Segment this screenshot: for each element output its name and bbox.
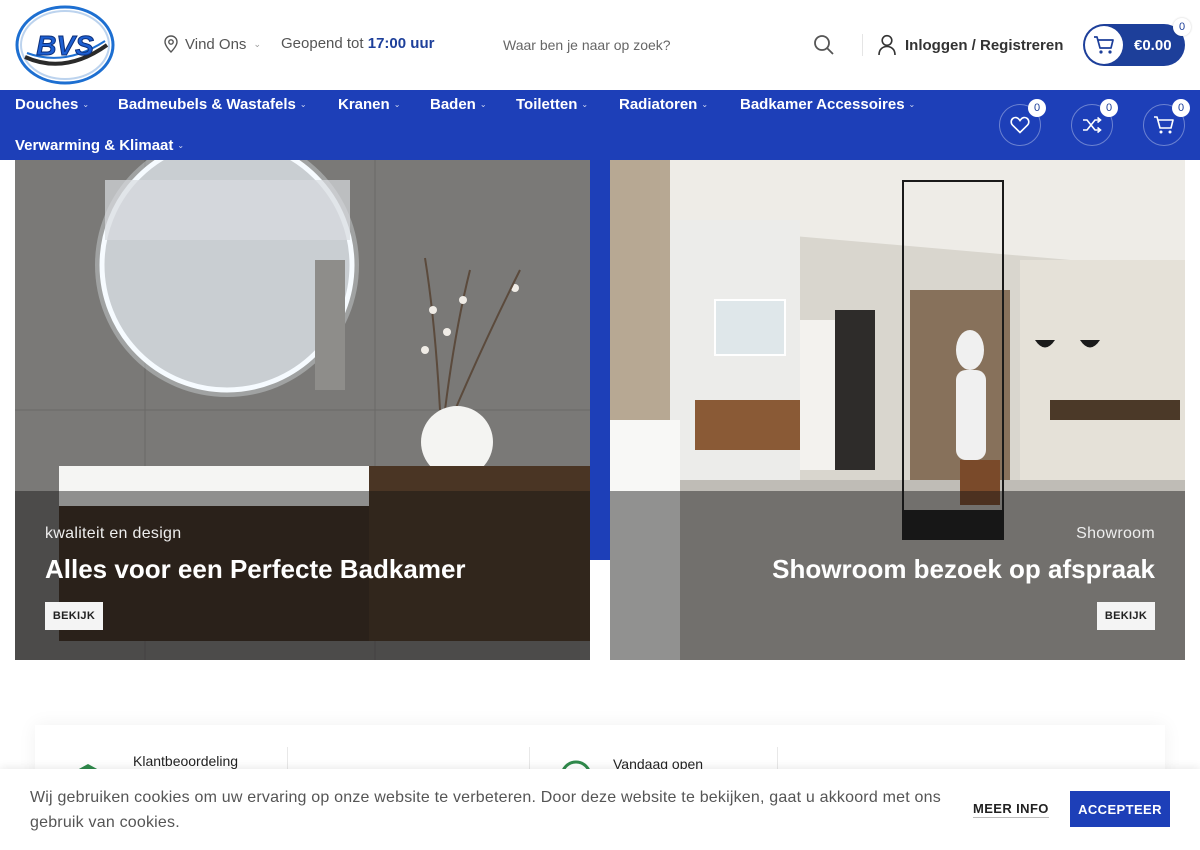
nav-item-label: Radiatoren (619, 96, 698, 113)
compare-button[interactable]: 0 (1071, 99, 1118, 146)
nav-item-badmeubels[interactable]: Badmeubels & Wastafels ⌄ (118, 96, 307, 113)
chevron-down-icon: ⌄ (253, 38, 261, 49)
nav-item-label: Douches (15, 96, 79, 113)
chevron-down-icon: ⌄ (393, 100, 401, 109)
user-icon (878, 34, 896, 56)
nav-item-accessoires[interactable]: Badkamer Accessoires ⌄ (740, 96, 915, 113)
location-pin-icon (164, 35, 178, 53)
chevron-down-icon: ⌄ (701, 100, 709, 109)
cart-count-badge: 0 (1173, 18, 1191, 36)
nav-item-verwarming[interactable]: Verwarming & Klimaat ⌄ (15, 137, 184, 154)
cookie-banner: Wij gebruiken cookies om uw ervaring op … (0, 769, 1200, 850)
banner-subtitle: kwaliteit en design (45, 525, 182, 542)
nav-item-baden[interactable]: Baden ⌄ (430, 96, 487, 113)
search-bar (503, 28, 843, 62)
site-header: BVS Vind Ons ⌄ Geopend tot 17:00 uur Inl… (0, 0, 1200, 90)
compare-count-badge: 0 (1100, 99, 1118, 117)
nav-item-label: Kranen (338, 96, 390, 113)
banner-title: Alles voor een Perfecte Badkamer (45, 554, 466, 584)
svg-text:BVS: BVS (36, 30, 94, 61)
nav-item-douches[interactable]: Douches ⌄ (15, 96, 89, 113)
find-us-link[interactable]: Vind Ons ⌄ (163, 35, 261, 53)
rating-label: Klantbeoordeling (133, 753, 239, 769)
cart-icon (1094, 36, 1114, 54)
search-input[interactable] (503, 37, 793, 53)
nav-cart-count-badge: 0 (1172, 99, 1190, 117)
nav-item-label: Toiletten (516, 96, 578, 113)
opening-hours-prefix: Geopend tot (281, 35, 364, 52)
heart-icon (1010, 116, 1030, 134)
nav-item-radiatoren[interactable]: Radiatoren ⌄ (619, 96, 708, 113)
opening-hours-time: 17:00 uur (367, 35, 435, 52)
cart-button[interactable]: €0.00 0 (1083, 18, 1191, 66)
nav-item-label: Baden (430, 96, 476, 113)
banner-perfect-bathroom[interactable]: kwaliteit en design Alles voor een Perfe… (15, 160, 590, 660)
logo-icon: BVS (15, 5, 115, 85)
wishlist-count-badge: 0 (1028, 99, 1046, 117)
chevron-down-icon: ⌄ (82, 100, 90, 109)
nav-item-kranen[interactable]: Kranen ⌄ (338, 96, 400, 113)
site-logo[interactable]: BVS (15, 5, 115, 85)
cart-icon (1154, 116, 1174, 134)
banner-view-button[interactable]: BEKIJK (1097, 602, 1155, 630)
nav-item-label: Verwarming & Klimaat (15, 137, 174, 154)
nav-item-label: Badmeubels & Wastafels (118, 96, 296, 113)
cookie-accept-button[interactable]: ACCEPTEER (1070, 791, 1170, 827)
chevron-down-icon: ⌄ (479, 100, 487, 109)
banner-subtitle: Showroom (1076, 525, 1155, 542)
banner-title: Showroom bezoek op afspraak (772, 554, 1155, 584)
chevron-down-icon: ⌄ (908, 100, 916, 109)
login-register-link[interactable]: Inloggen / Registreren (877, 34, 1063, 56)
chevron-down-icon: ⌄ (177, 141, 185, 150)
chevron-down-icon: ⌄ (581, 100, 589, 109)
cart-total: €0.00 (1134, 36, 1172, 54)
nav-cart-button[interactable]: 0 (1143, 99, 1190, 146)
wishlist-button[interactable]: 0 (999, 99, 1046, 146)
opening-hours: Geopend tot 17:00 uur (281, 35, 434, 52)
banner-showroom[interactable]: Showroom Showroom bezoek op afspraak BEK… (610, 160, 1185, 660)
cookie-more-info-link[interactable]: MEER INFO (973, 801, 1049, 818)
banner-view-button[interactable]: BEKIJK (45, 602, 103, 630)
nav-item-toiletten[interactable]: Toiletten ⌄ (516, 96, 588, 113)
nav-item-label: Badkamer Accessoires (740, 96, 905, 113)
header-divider (862, 34, 863, 56)
cookie-text: Wij gebruiken cookies om uw ervaring op … (30, 789, 941, 831)
hero-blue-strip (590, 160, 610, 560)
login-label: Inloggen / Registreren (905, 36, 1064, 54)
search-icon[interactable] (813, 34, 835, 56)
chevron-down-icon: ⌄ (299, 100, 307, 109)
shuffle-icon (1083, 116, 1102, 134)
find-us-label: Vind Ons (185, 35, 247, 53)
cart-icon-wrap (1085, 26, 1123, 64)
